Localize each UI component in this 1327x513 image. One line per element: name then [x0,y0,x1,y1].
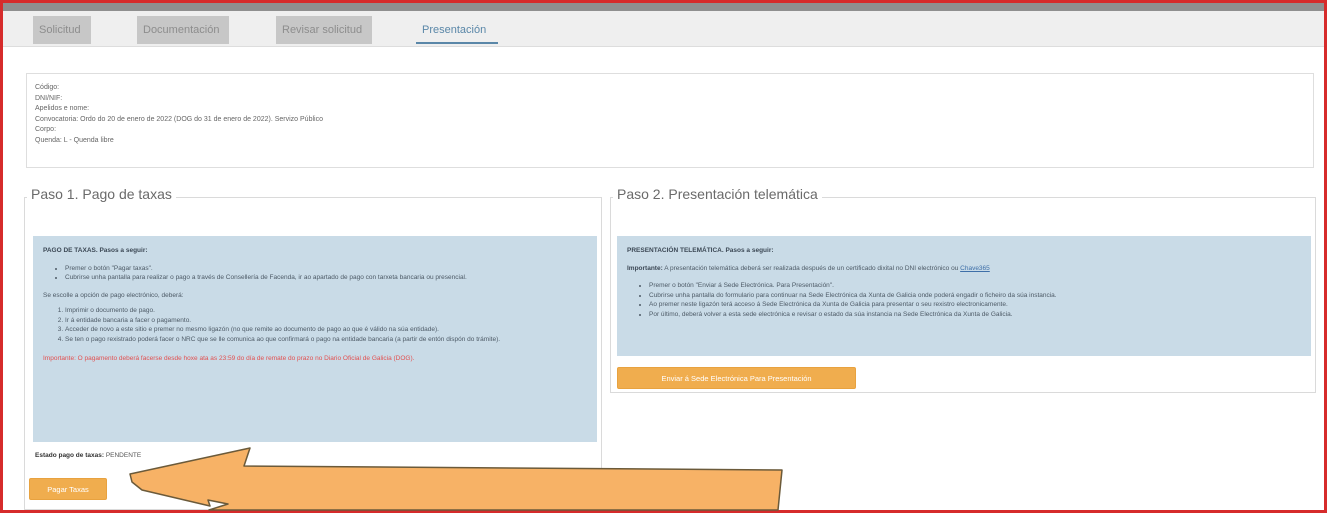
payment-status-label: Estado pago de taxas: [35,452,104,459]
step2-notice-heading: PRESENTACIÓN TELEMÁTICA. Pasos a seguir: [627,247,774,254]
step1-notice-heading: PAGO DE TAXAS. Pasos a seguir: [43,247,148,254]
step1-step: Ir á entidade bancaria a facer o pagamen… [65,316,587,326]
step1-step: Imprimir o documento de pago. [65,306,587,316]
step1-bullet: Premer o botón "Pagar taxas". [65,264,587,274]
step1-panel: Paso 1. Pago de taxas PAGO DE TAXAS. Pas… [24,186,602,510]
step2-notice: PRESENTACIÓN TELEMÁTICA. Pasos a seguir:… [617,236,1311,356]
step2-bullet: Por último, deberá volver a esta sede el… [649,310,1301,320]
step2-important-text: A presentación telemática deberá ser rea… [664,264,959,272]
step1-step: Se ten o pago rexistrado poderá facer o … [65,335,587,345]
tab-solicitud[interactable]: Solicitud [33,16,91,44]
step1-warning: Importante: O pagamento deberá facerse d… [43,355,415,362]
step2-panel: Paso 2. Presentación telemática PRESENTA… [610,186,1316,393]
info-name: Apelidos e nome: [35,105,90,112]
applicant-info-box: Código: DNI/NIF: Apelidos e nome: Convoc… [26,73,1314,168]
send-to-electronic-office-button[interactable]: Enviar á Sede Electrónica Para Presentac… [617,367,856,389]
step2-bullet: Ao premer neste ligazón terá acceso á Se… [649,300,1301,310]
info-convocatoria: Convocatoria: Ordo do 20 de enero de 202… [35,115,323,123]
tab-revisar-solicitud[interactable]: Revisar solicitud [276,16,372,44]
tab-bar: Solicitud Documentación Revisar solicitu… [3,11,1324,47]
step2-bullet: Premer o botón "Enviar á Sede Electrónic… [649,281,1301,291]
info-corpo: Corpo: [35,126,57,133]
top-bar [3,3,1324,11]
info-dni: DNI/NIF: [35,94,63,102]
pay-fees-button[interactable]: Pagar Taxas [29,478,107,500]
tab-documentacion[interactable]: Documentación [137,16,229,44]
step2-important-label: Importante: [627,264,663,272]
chave365-link[interactable]: Chave365 [960,265,990,272]
payment-status-value: PENDENTE [105,452,142,459]
step2-bullet: Cubrirse unha pantalla do formulario par… [649,291,1301,301]
step1-title: Paso 1. Pago de taxas [27,186,176,202]
step1-step: Acceder de novo a este sitio e premer no… [65,325,587,335]
tab-presentacion[interactable]: Presentación [416,16,498,44]
step1-bullet: Cubrirse unha pantalla para realizar o p… [65,273,587,283]
info-quenda: Quenda: L - Quenda libre [35,136,114,144]
step2-title: Paso 2. Presentación telemática [613,186,822,202]
step1-notice: PAGO DE TAXAS. Pasos a seguir: Premer o … [33,236,597,442]
payment-status: Estado pago de taxas: PENDENTE [35,452,141,459]
step1-online-heading: Se escolle a opción de pago electrónico,… [43,291,184,299]
info-code: Código: [35,84,60,91]
